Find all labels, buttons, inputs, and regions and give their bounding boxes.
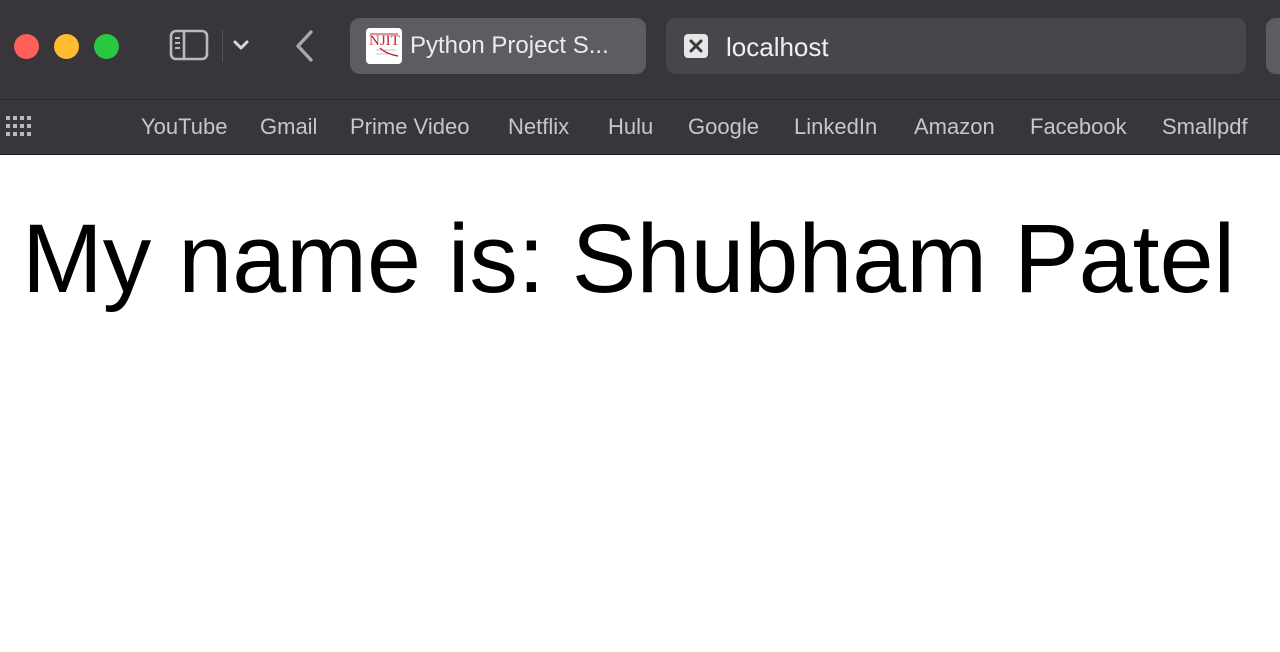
address-bar[interactable]: localhost: [666, 18, 1246, 74]
bookmark-hulu[interactable]: Hulu: [608, 114, 653, 140]
tab-python-project[interactable]: NJIT Python Project S...: [350, 18, 646, 74]
minimize-window-icon[interactable]: [54, 34, 79, 59]
svg-text:NJIT: NJIT: [369, 33, 400, 49]
bookmark-netflix[interactable]: Netflix: [508, 114, 569, 140]
browser-toolbar: NJIT Python Project S... localhost: [0, 0, 1280, 99]
back-arrow-icon[interactable]: [290, 28, 320, 64]
address-text: localhost: [726, 32, 829, 62]
page-heading: My name is: Shubham Patel: [22, 204, 1236, 313]
bookmark-prime-video[interactable]: Prime Video: [350, 114, 469, 140]
maximize-window-icon[interactable]: [94, 34, 119, 59]
sidebar-icon[interactable]: [168, 27, 210, 63]
bookmark-youtube[interactable]: YouTube: [141, 114, 227, 140]
bookmark-smallpdf[interactable]: Smallpdf: [1162, 114, 1248, 140]
close-x-icon: [684, 34, 708, 58]
toolbar-divider: [222, 30, 223, 62]
bookmark-linkedin[interactable]: LinkedIn: [794, 114, 877, 140]
close-window-icon[interactable]: [14, 34, 39, 59]
bookmark-facebook[interactable]: Facebook: [1030, 114, 1127, 140]
tab-title: Python Project S...: [410, 32, 609, 59]
chevron-down-icon[interactable]: [230, 34, 252, 56]
bookmark-gmail[interactable]: Gmail: [260, 114, 317, 140]
bookmark-google[interactable]: Google: [688, 114, 759, 140]
next-tab-edge[interactable]: [1266, 18, 1280, 74]
favorites-bar: YouTube Gmail Prime Video Netflix Hulu G…: [0, 99, 1280, 155]
bookmark-amazon[interactable]: Amazon: [914, 114, 995, 140]
page-content: My name is: Shubham Patel: [0, 155, 1280, 652]
grid-icon[interactable]: [6, 116, 32, 138]
njit-logo-icon: NJIT: [366, 28, 402, 64]
